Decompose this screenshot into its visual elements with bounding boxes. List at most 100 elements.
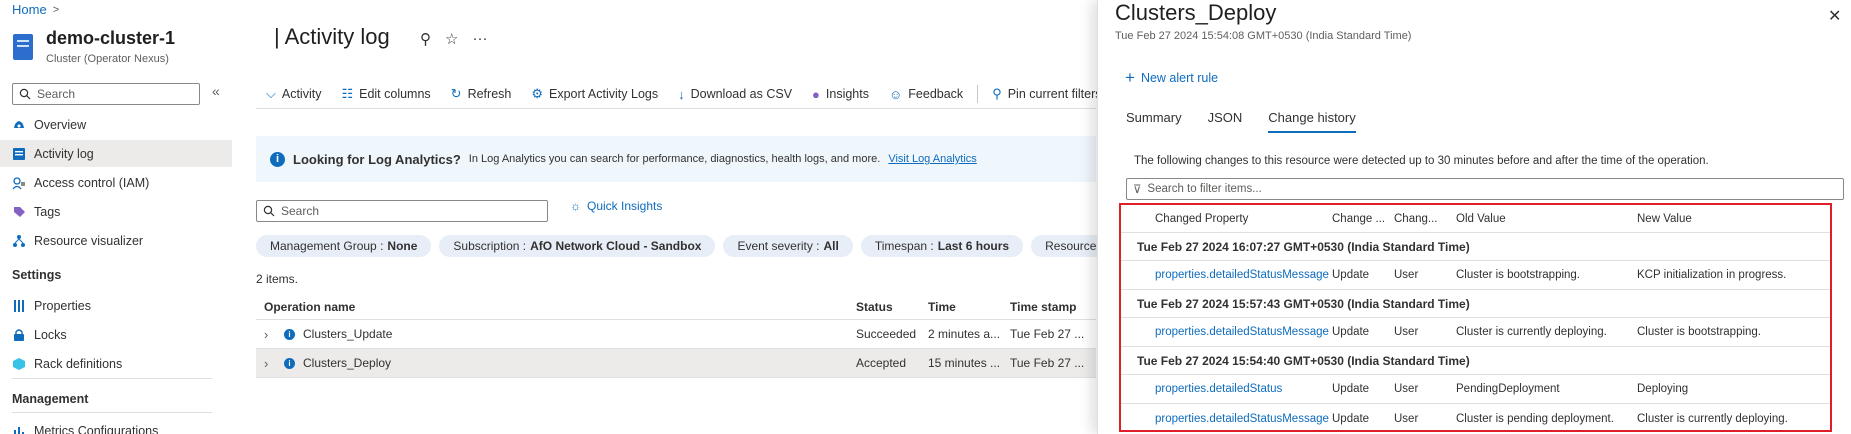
sidebar-item-overview[interactable]: Overview — [0, 111, 232, 138]
column-time-stamp[interactable]: Time stamp — [1010, 300, 1096, 314]
insights-button[interactable]: ● Insights — [802, 83, 879, 105]
sidebar-divider — [12, 378, 212, 379]
changed-property-link[interactable]: properties.detailedStatusMessage — [1121, 326, 1332, 338]
table-row[interactable]: › i Clusters_Update Succeeded 2 minutes … — [256, 320, 1096, 349]
change-group-timestamp: Tue Feb 27 2024 16:07:27 GMT+0530 (India… — [1121, 233, 1830, 261]
change-type: Update — [1332, 326, 1370, 338]
status-cell: Accepted — [856, 356, 907, 370]
column-change-type[interactable]: Change ... — [1332, 213, 1394, 225]
column-old-value[interactable]: Old Value — [1456, 213, 1637, 225]
changed-property-link[interactable]: properties.detailedStatusMessage — [1121, 413, 1332, 425]
sidebar-search-input[interactable]: Search — [12, 83, 200, 105]
download-icon: ↓ — [678, 86, 685, 102]
search-input[interactable]: Search — [256, 200, 548, 222]
filter-pill-timespan[interactable]: Timespan : Last 6 hours — [860, 235, 1024, 257]
log-analytics-banner: i Looking for Log Analytics? In Log Anal… — [256, 136, 1096, 182]
sidebar-item-access-control[interactable]: Access control (IAM) — [0, 169, 232, 196]
change-history-note: The following changes to this resource w… — [1134, 155, 1709, 167]
sidebar-item-metrics-configurations[interactable]: Metrics Configurations — [0, 417, 232, 434]
column-status[interactable]: Status — [856, 300, 928, 314]
new-alert-rule-button[interactable]: + New alert rule — [1125, 68, 1218, 88]
edit-columns-label: Edit columns — [359, 87, 431, 101]
panel-subtitle: Tue Feb 27 2024 15:54:08 GMT+0530 (India… — [1115, 30, 1412, 42]
sidebar-item-label: Locks — [34, 327, 67, 342]
change-row: properties.detailedStatus Update User Pe… — [1121, 375, 1830, 404]
table-row[interactable]: › i Clusters_Deploy Accepted 15 minutes … — [256, 349, 1096, 378]
sidebar-item-locks[interactable]: Locks — [0, 321, 232, 348]
tab-json[interactable]: JSON — [1208, 110, 1243, 133]
sidebar-item-activity-log[interactable]: Activity log — [0, 140, 232, 167]
new-alert-rule-label: New alert rule — [1140, 71, 1219, 85]
changed-property-link[interactable]: properties.detailedStatusMessage — [1121, 269, 1332, 281]
filter-pill-management-group[interactable]: Management Group : None — [256, 235, 432, 257]
tab-change-history[interactable]: Change history — [1268, 110, 1356, 133]
more-icon[interactable]: ··· — [472, 30, 487, 48]
filter-pills: Management Group : None Subscription : AfO… — [256, 235, 1121, 257]
edit-columns-button[interactable]: ☷ Edit columns — [331, 83, 440, 105]
sidebar-item-rack-definitions[interactable]: Rack definitions — [0, 350, 232, 377]
table-header: Operation name Status Time Time stamp — [256, 294, 1096, 320]
feedback-button[interactable]: ☺ Feedback — [879, 83, 973, 105]
settings-heading: Settings — [12, 268, 62, 282]
search-icon — [263, 205, 275, 217]
breadcrumb: Home > — [12, 2, 59, 17]
download-csv-button[interactable]: ↓ Download as CSV — [668, 83, 802, 105]
breadcrumb-home-link[interactable]: Home — [12, 2, 47, 17]
pill-label: Timespan : — [874, 239, 934, 253]
quick-insights-label: Quick Insights — [587, 199, 663, 213]
visit-log-analytics-link[interactable]: Visit Log Analytics — [888, 153, 976, 165]
filter-pill-subscription[interactable]: Subscription : AfO Network Cloud - Sandbo… — [439, 235, 716, 257]
feedback-icon: ☺ — [889, 86, 903, 102]
sidebar-item-label: Activity log — [34, 146, 94, 161]
plus-icon: + — [1125, 68, 1135, 87]
cluster-icon — [13, 34, 33, 60]
new-value: KCP initialization in progress. — [1637, 269, 1787, 281]
sidebar-item-label: Rack definitions — [34, 356, 123, 371]
lightbulb-icon: ● — [812, 86, 820, 102]
panel-title: Clusters_Deploy — [1115, 0, 1277, 25]
chevron-right-icon[interactable]: › — [264, 356, 276, 371]
export-activity-logs-button[interactable]: ⚙ Export Activity Logs — [521, 83, 668, 105]
chevron-right-icon[interactable]: › — [264, 327, 276, 342]
sidebar-item-properties[interactable]: Properties — [0, 292, 232, 319]
column-changed-property[interactable]: Changed Property — [1121, 213, 1332, 225]
collapse-sidebar-button[interactable]: « — [212, 83, 220, 99]
pill-label: Subscription : — [453, 239, 527, 253]
changed-property-link[interactable]: properties.detailedStatus — [1121, 383, 1332, 395]
quick-insights-link[interactable]: ☼ Quick Insights — [570, 199, 662, 213]
column-operation-name[interactable]: Operation name — [256, 300, 856, 314]
pin-filters-button[interactable]: ⚲ Pin current filters — [982, 83, 1111, 105]
filter-items-input[interactable]: ⊽ Search to filter items... — [1126, 178, 1844, 200]
sidebar-item-tags[interactable]: Tags — [0, 198, 232, 225]
column-new-value[interactable]: New Value — [1637, 213, 1827, 225]
iam-icon — [12, 176, 26, 190]
old-value: Cluster is currently deploying. — [1456, 326, 1607, 338]
time-cell: 15 minutes ... — [928, 356, 1001, 370]
management-heading: Management — [12, 392, 89, 406]
new-value: Cluster is currently deploying. — [1637, 412, 1788, 425]
sidebar-item-label: Tags — [34, 204, 61, 219]
operation-name: Clusters_Update — [303, 327, 393, 341]
activity-button[interactable]: ⌵ Activity — [256, 83, 331, 105]
refresh-icon: ↻ — [450, 86, 462, 101]
sidebar-item-resource-visualizer[interactable]: Resource visualizer — [0, 227, 232, 254]
close-icon[interactable]: ✕ — [1828, 6, 1841, 26]
change-table-header: Changed Property Change ... Chang... Old… — [1121, 205, 1830, 233]
pill-label: Event severity : — [737, 239, 820, 253]
change-row: properties.detailedStatusMessage Update … — [1121, 404, 1830, 433]
filter-pill-event-severity[interactable]: Event severity : All — [723, 235, 853, 257]
change-history-table: Changed Property Change ... Chang... Old… — [1119, 203, 1832, 432]
tag-icon — [12, 205, 26, 219]
sidebar-divider — [12, 412, 212, 413]
timestamp-cell: Tue Feb 27 ... — [1010, 356, 1085, 370]
page-title: | Activity log — [274, 24, 390, 49]
old-value: Cluster is bootstrapping. — [1456, 269, 1581, 281]
refresh-button[interactable]: ↻ Refresh — [441, 83, 522, 105]
tab-summary[interactable]: Summary — [1126, 110, 1182, 133]
column-changed-by[interactable]: Chang... — [1394, 213, 1456, 225]
pin-icon[interactable]: ⚲ — [420, 30, 431, 48]
changed-by: User — [1394, 412, 1419, 425]
star-icon[interactable]: ☆ — [445, 30, 458, 48]
column-time[interactable]: Time — [928, 300, 1010, 314]
sidebar-item-label: Access control (IAM) — [34, 175, 150, 190]
